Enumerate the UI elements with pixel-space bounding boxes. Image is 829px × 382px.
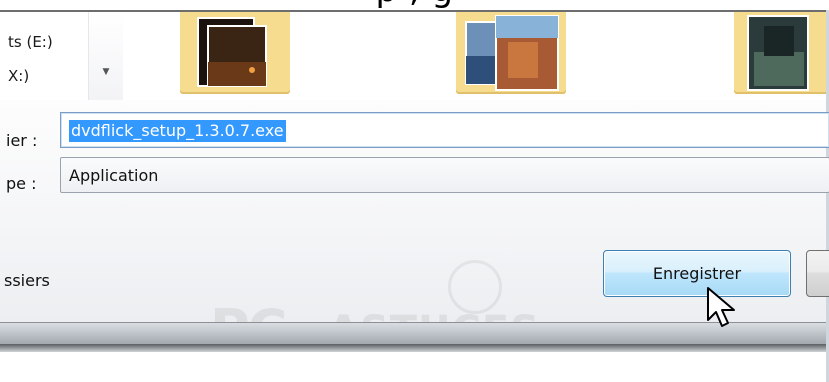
cancel-button[interactable]: [806, 250, 829, 297]
folder-photos-icon: [197, 17, 267, 87]
folder-photos-icon: [747, 15, 809, 91]
save-dialog-form: PC ASTUCES ier : dvdflick_setup_1.3.0.7.…: [0, 100, 829, 361]
filename-selected-text: dvdflick_setup_1.3.0.7.exe: [69, 120, 286, 142]
mouse-pointer-icon: [707, 287, 735, 327]
caption-text: p , g: [0, 0, 829, 10]
folder-thumbnail[interactable]: [456, 12, 566, 94]
nav-scrollbar[interactable]: ▼: [88, 12, 123, 100]
dialog-bottom-border: [0, 322, 826, 345]
nav-item-drive-e[interactable]: ts (E:): [8, 33, 53, 51]
tutorial-caption: p , g: [0, 0, 829, 10]
scroll-down-arrow-icon[interactable]: ▼: [101, 68, 111, 77]
nav-item-drive-x[interactable]: X:): [8, 67, 29, 89]
filename-label: ier :: [6, 131, 38, 150]
navigation-pane[interactable]: ts (E:) X:) ▼: [0, 12, 123, 100]
folder-photos-icon: [465, 15, 559, 91]
save-type-label: pe :: [6, 174, 37, 193]
background-window: [0, 352, 826, 382]
save-type-select[interactable]: Application: [60, 157, 829, 193]
file-list[interactable]: [123, 12, 826, 100]
window-shadow: [0, 344, 826, 352]
save-button[interactable]: Enregistrer: [603, 250, 791, 297]
folder-thumbnail[interactable]: [734, 12, 826, 94]
filename-input[interactable]: dvdflick_setup_1.3.0.7.exe: [60, 112, 829, 148]
save-type-value: Application: [69, 166, 159, 185]
lightbulb-watermark-icon: [448, 260, 502, 314]
browse-area: ts (E:) X:) ▼: [0, 12, 826, 100]
folder-thumbnail[interactable]: [180, 12, 290, 94]
hide-folders-toggle[interactable]: ssiers: [4, 271, 50, 290]
